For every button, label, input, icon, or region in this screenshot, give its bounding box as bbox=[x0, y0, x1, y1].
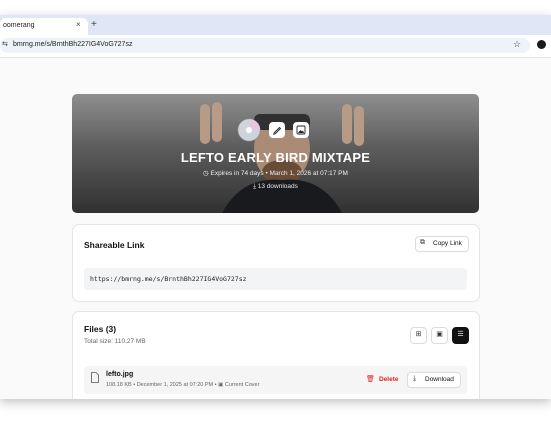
total-size: Total size: 110.27 MB bbox=[84, 338, 146, 345]
close-tab-icon[interactable]: × bbox=[76, 20, 81, 29]
list-view-button[interactable]: ☰ bbox=[452, 327, 469, 344]
profile-icon[interactable] bbox=[537, 40, 546, 49]
image-icon bbox=[296, 125, 306, 135]
gallery-icon: ▣ bbox=[436, 331, 443, 338]
grid-view-button[interactable]: ⊞ bbox=[410, 327, 427, 344]
tab-title: oomerang bbox=[3, 22, 35, 29]
file-name: lefto.jpg bbox=[106, 371, 134, 378]
cover-banner: LEFTO EARLY BIRD MIXTAPE ◷ Expires in 74… bbox=[72, 94, 479, 213]
edit-button[interactable] bbox=[269, 122, 285, 138]
cd-icon bbox=[237, 118, 261, 142]
copy-icon: ⧉ bbox=[420, 239, 425, 246]
files-heading: Files (3) bbox=[84, 324, 117, 334]
gallery-view-button[interactable]: ▣ bbox=[431, 327, 448, 344]
browser-tab[interactable]: oomerang × bbox=[0, 18, 88, 35]
trash-icon: 🗑 bbox=[366, 376, 375, 383]
list-icon: ☰ bbox=[457, 331, 464, 338]
browser-toolbar: ⇆ bmrng.me/s/BrnthBh227IG4VoG727sz ☆ bbox=[0, 35, 551, 58]
file-icon bbox=[91, 372, 99, 383]
file-list-item[interactable]: lefto.jpg 108.18 KB • December 1, 2025 a… bbox=[84, 366, 467, 394]
download-icon: ⤓ bbox=[413, 375, 417, 382]
new-tab-icon[interactable]: + bbox=[91, 19, 97, 30]
file-date: December 1, 2025 at 07:20 PM bbox=[136, 382, 214, 388]
download-count: ⤓ 13 downloads bbox=[72, 183, 479, 191]
copy-link-button[interactable]: ⧉ Copy Link bbox=[415, 236, 469, 252]
expiry-text: Expires in 74 days • March 1, 2026 at 07… bbox=[210, 170, 348, 177]
clock-icon: ◷ bbox=[203, 170, 209, 177]
tab-bar: oomerang × + bbox=[0, 15, 551, 35]
site-info-icon[interactable]: ⇆ bbox=[2, 40, 8, 48]
page-content: LEFTO EARLY BIRD MIXTAPE ◷ Expires in 74… bbox=[0, 58, 551, 399]
files-card: Files (3) Total size: 110.27 MB ⊞ ▣ ☰ le… bbox=[72, 311, 480, 399]
download-count-text: 13 downloads bbox=[257, 183, 298, 190]
browser-window: oomerang × + ⇆ bmrng.me/s/BrnthBh227IG4V… bbox=[0, 15, 551, 399]
delete-label: Delete bbox=[379, 376, 399, 383]
copy-link-label: Copy Link bbox=[433, 240, 462, 247]
grid-icon: ⊞ bbox=[415, 331, 422, 338]
download-icon: ⤓ bbox=[253, 183, 256, 190]
address-bar[interactable]: ⇆ bmrng.me/s/BrnthBh227IG4VoG727sz ☆ bbox=[0, 38, 530, 53]
cover-tag: Current Cover bbox=[224, 382, 260, 388]
share-link-field[interactable]: https://bmrng.me/s/BrnthBh227IG4VoG727sz bbox=[84, 268, 467, 290]
expiry-info: ◷ Expires in 74 days • March 1, 2026 at … bbox=[72, 169, 479, 177]
cover-tag-icon: ▣ bbox=[218, 382, 224, 388]
banner-actions bbox=[237, 118, 317, 142]
share-title: LEFTO EARLY BIRD MIXTAPE bbox=[180, 150, 371, 165]
pencil-icon bbox=[273, 126, 282, 135]
bookmark-star-icon[interactable]: ☆ bbox=[513, 39, 521, 50]
file-meta: 108.18 KB • December 1, 2025 at 07:20 PM… bbox=[106, 382, 260, 388]
shareable-link-heading: Shareable Link bbox=[84, 240, 145, 250]
shareable-link-card: Shareable Link ⧉ Copy Link https://bmrng… bbox=[72, 224, 480, 302]
file-size: 108.18 KB bbox=[106, 382, 132, 388]
change-cover-button[interactable] bbox=[293, 122, 309, 138]
share-link-text[interactable]: https://bmrng.me/s/BrnthBh227IG4VoG727sz bbox=[90, 275, 247, 283]
url-text[interactable]: bmrng.me/s/BrnthBh227IG4VoG727sz bbox=[13, 41, 132, 48]
download-button[interactable]: ⤓ Download bbox=[407, 372, 461, 388]
download-label: Download bbox=[425, 376, 454, 383]
